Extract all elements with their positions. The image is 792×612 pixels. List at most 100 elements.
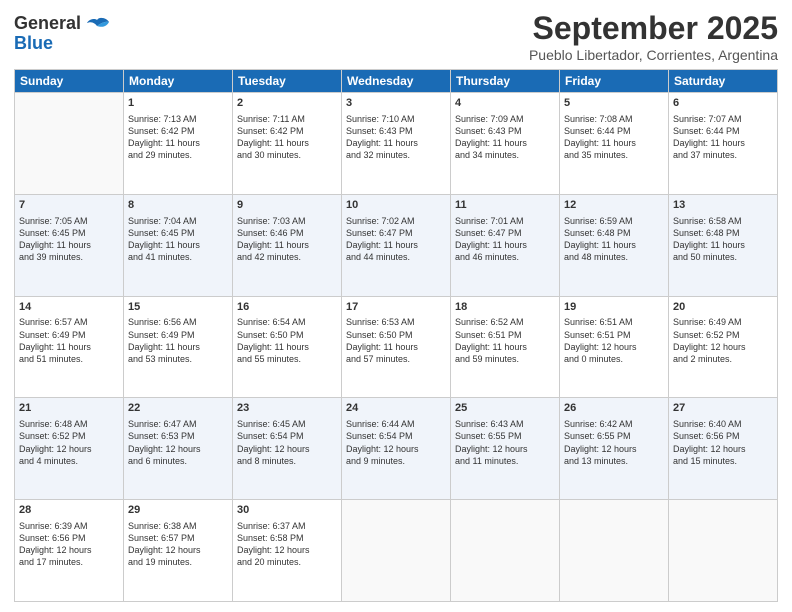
calendar-cell: 26Sunrise: 6:42 AMSunset: 6:55 PMDayligh… (560, 398, 669, 500)
cell-info: and 0 minutes. (564, 353, 664, 365)
cell-info: Daylight: 11 hours (564, 239, 664, 251)
cell-info: and 41 minutes. (128, 251, 228, 263)
logo-general-text: General (14, 13, 81, 33)
day-number: 23 (237, 401, 337, 416)
calendar-cell: 24Sunrise: 6:44 AMSunset: 6:54 PMDayligh… (342, 398, 451, 500)
cell-info: Sunrise: 6:58 AM (673, 215, 773, 227)
cell-info: and 50 minutes. (673, 251, 773, 263)
cell-info: Sunrise: 6:56 AM (128, 316, 228, 328)
calendar-cell: 9Sunrise: 7:03 AMSunset: 6:46 PMDaylight… (233, 194, 342, 296)
calendar-cell: 2Sunrise: 7:11 AMSunset: 6:42 PMDaylight… (233, 93, 342, 195)
day-number: 29 (128, 503, 228, 518)
calendar-cell: 18Sunrise: 6:52 AMSunset: 6:51 PMDayligh… (451, 296, 560, 398)
cell-info: Sunrise: 7:05 AM (19, 215, 119, 227)
cell-info: Sunset: 6:52 PM (673, 329, 773, 341)
calendar-cell: 4Sunrise: 7:09 AMSunset: 6:43 PMDaylight… (451, 93, 560, 195)
day-number: 16 (237, 300, 337, 315)
cell-info: Daylight: 11 hours (19, 239, 119, 251)
calendar-cell (15, 93, 124, 195)
cell-info: and 4 minutes. (19, 455, 119, 467)
day-number: 4 (455, 96, 555, 111)
cell-info: Sunrise: 7:13 AM (128, 113, 228, 125)
cell-info: Sunrise: 6:42 AM (564, 418, 664, 430)
cell-info: Daylight: 11 hours (455, 341, 555, 353)
cell-info: Sunrise: 6:53 AM (346, 316, 446, 328)
calendar-cell (560, 500, 669, 602)
day-header-sunday: Sunday (15, 70, 124, 93)
calendar-cell: 20Sunrise: 6:49 AMSunset: 6:52 PMDayligh… (669, 296, 778, 398)
calendar-table: SundayMondayTuesdayWednesdayThursdayFrid… (14, 69, 778, 602)
cell-info: Sunset: 6:44 PM (673, 125, 773, 137)
cell-info: Daylight: 11 hours (455, 137, 555, 149)
cell-info: Sunset: 6:54 PM (346, 430, 446, 442)
cell-info: Sunrise: 7:10 AM (346, 113, 446, 125)
header: General Blue September 2025 Pueblo Liber… (14, 10, 778, 63)
logo-blue-text: Blue (14, 33, 53, 53)
day-number: 9 (237, 198, 337, 213)
page: General Blue September 2025 Pueblo Liber… (0, 0, 792, 612)
cell-info: and 55 minutes. (237, 353, 337, 365)
cell-info: and 32 minutes. (346, 149, 446, 161)
cell-info: Sunrise: 6:37 AM (237, 520, 337, 532)
day-number: 20 (673, 300, 773, 315)
day-header-tuesday: Tuesday (233, 70, 342, 93)
cell-info: Sunrise: 7:11 AM (237, 113, 337, 125)
cell-info: and 17 minutes. (19, 556, 119, 568)
calendar-cell: 22Sunrise: 6:47 AMSunset: 6:53 PMDayligh… (124, 398, 233, 500)
cell-info: Sunrise: 7:07 AM (673, 113, 773, 125)
cell-info: Sunset: 6:43 PM (346, 125, 446, 137)
cell-info: Sunrise: 6:59 AM (564, 215, 664, 227)
cell-info: Sunset: 6:46 PM (237, 227, 337, 239)
logo-bird-icon (83, 16, 111, 38)
day-header-monday: Monday (124, 70, 233, 93)
calendar-cell: 11Sunrise: 7:01 AMSunset: 6:47 PMDayligh… (451, 194, 560, 296)
calendar-cell: 1Sunrise: 7:13 AMSunset: 6:42 PMDaylight… (124, 93, 233, 195)
cell-info: Sunrise: 6:57 AM (19, 316, 119, 328)
cell-info: and 13 minutes. (564, 455, 664, 467)
cell-info: Daylight: 11 hours (128, 341, 228, 353)
calendar-cell: 27Sunrise: 6:40 AMSunset: 6:56 PMDayligh… (669, 398, 778, 500)
cell-info: and 35 minutes. (564, 149, 664, 161)
cell-info: Sunrise: 6:45 AM (237, 418, 337, 430)
calendar-cell: 17Sunrise: 6:53 AMSunset: 6:50 PMDayligh… (342, 296, 451, 398)
cell-info: and 48 minutes. (564, 251, 664, 263)
cell-info: Sunrise: 6:48 AM (19, 418, 119, 430)
cell-info: Sunset: 6:58 PM (237, 532, 337, 544)
cell-info: and 9 minutes. (346, 455, 446, 467)
cell-info: Sunrise: 6:52 AM (455, 316, 555, 328)
day-number: 18 (455, 300, 555, 315)
month-title: September 2025 (529, 10, 778, 47)
day-number: 11 (455, 198, 555, 213)
day-number: 7 (19, 198, 119, 213)
cell-info: Daylight: 12 hours (128, 443, 228, 455)
cell-info: and 42 minutes. (237, 251, 337, 263)
calendar-cell: 25Sunrise: 6:43 AMSunset: 6:55 PMDayligh… (451, 398, 560, 500)
cell-info: Daylight: 12 hours (128, 544, 228, 556)
day-number: 19 (564, 300, 664, 315)
cell-info: Sunset: 6:55 PM (564, 430, 664, 442)
cell-info: Sunset: 6:42 PM (237, 125, 337, 137)
calendar-cell: 8Sunrise: 7:04 AMSunset: 6:45 PMDaylight… (124, 194, 233, 296)
day-number: 28 (19, 503, 119, 518)
day-number: 5 (564, 96, 664, 111)
cell-info: and 15 minutes. (673, 455, 773, 467)
cell-info: and 2 minutes. (673, 353, 773, 365)
cell-info: and 39 minutes. (19, 251, 119, 263)
cell-info: Sunrise: 7:09 AM (455, 113, 555, 125)
day-number: 13 (673, 198, 773, 213)
calendar-cell: 30Sunrise: 6:37 AMSunset: 6:58 PMDayligh… (233, 500, 342, 602)
calendar-cell: 3Sunrise: 7:10 AMSunset: 6:43 PMDaylight… (342, 93, 451, 195)
cell-info: Sunset: 6:51 PM (455, 329, 555, 341)
day-header-saturday: Saturday (669, 70, 778, 93)
cell-info: Sunset: 6:57 PM (128, 532, 228, 544)
calendar-cell: 6Sunrise: 7:07 AMSunset: 6:44 PMDaylight… (669, 93, 778, 195)
cell-info: Sunset: 6:45 PM (128, 227, 228, 239)
calendar-cell: 23Sunrise: 6:45 AMSunset: 6:54 PMDayligh… (233, 398, 342, 500)
day-header-wednesday: Wednesday (342, 70, 451, 93)
cell-info: Daylight: 11 hours (346, 137, 446, 149)
cell-info: Sunrise: 6:39 AM (19, 520, 119, 532)
cell-info: Daylight: 11 hours (19, 341, 119, 353)
calendar-cell: 16Sunrise: 6:54 AMSunset: 6:50 PMDayligh… (233, 296, 342, 398)
day-number: 15 (128, 300, 228, 315)
day-number: 1 (128, 96, 228, 111)
